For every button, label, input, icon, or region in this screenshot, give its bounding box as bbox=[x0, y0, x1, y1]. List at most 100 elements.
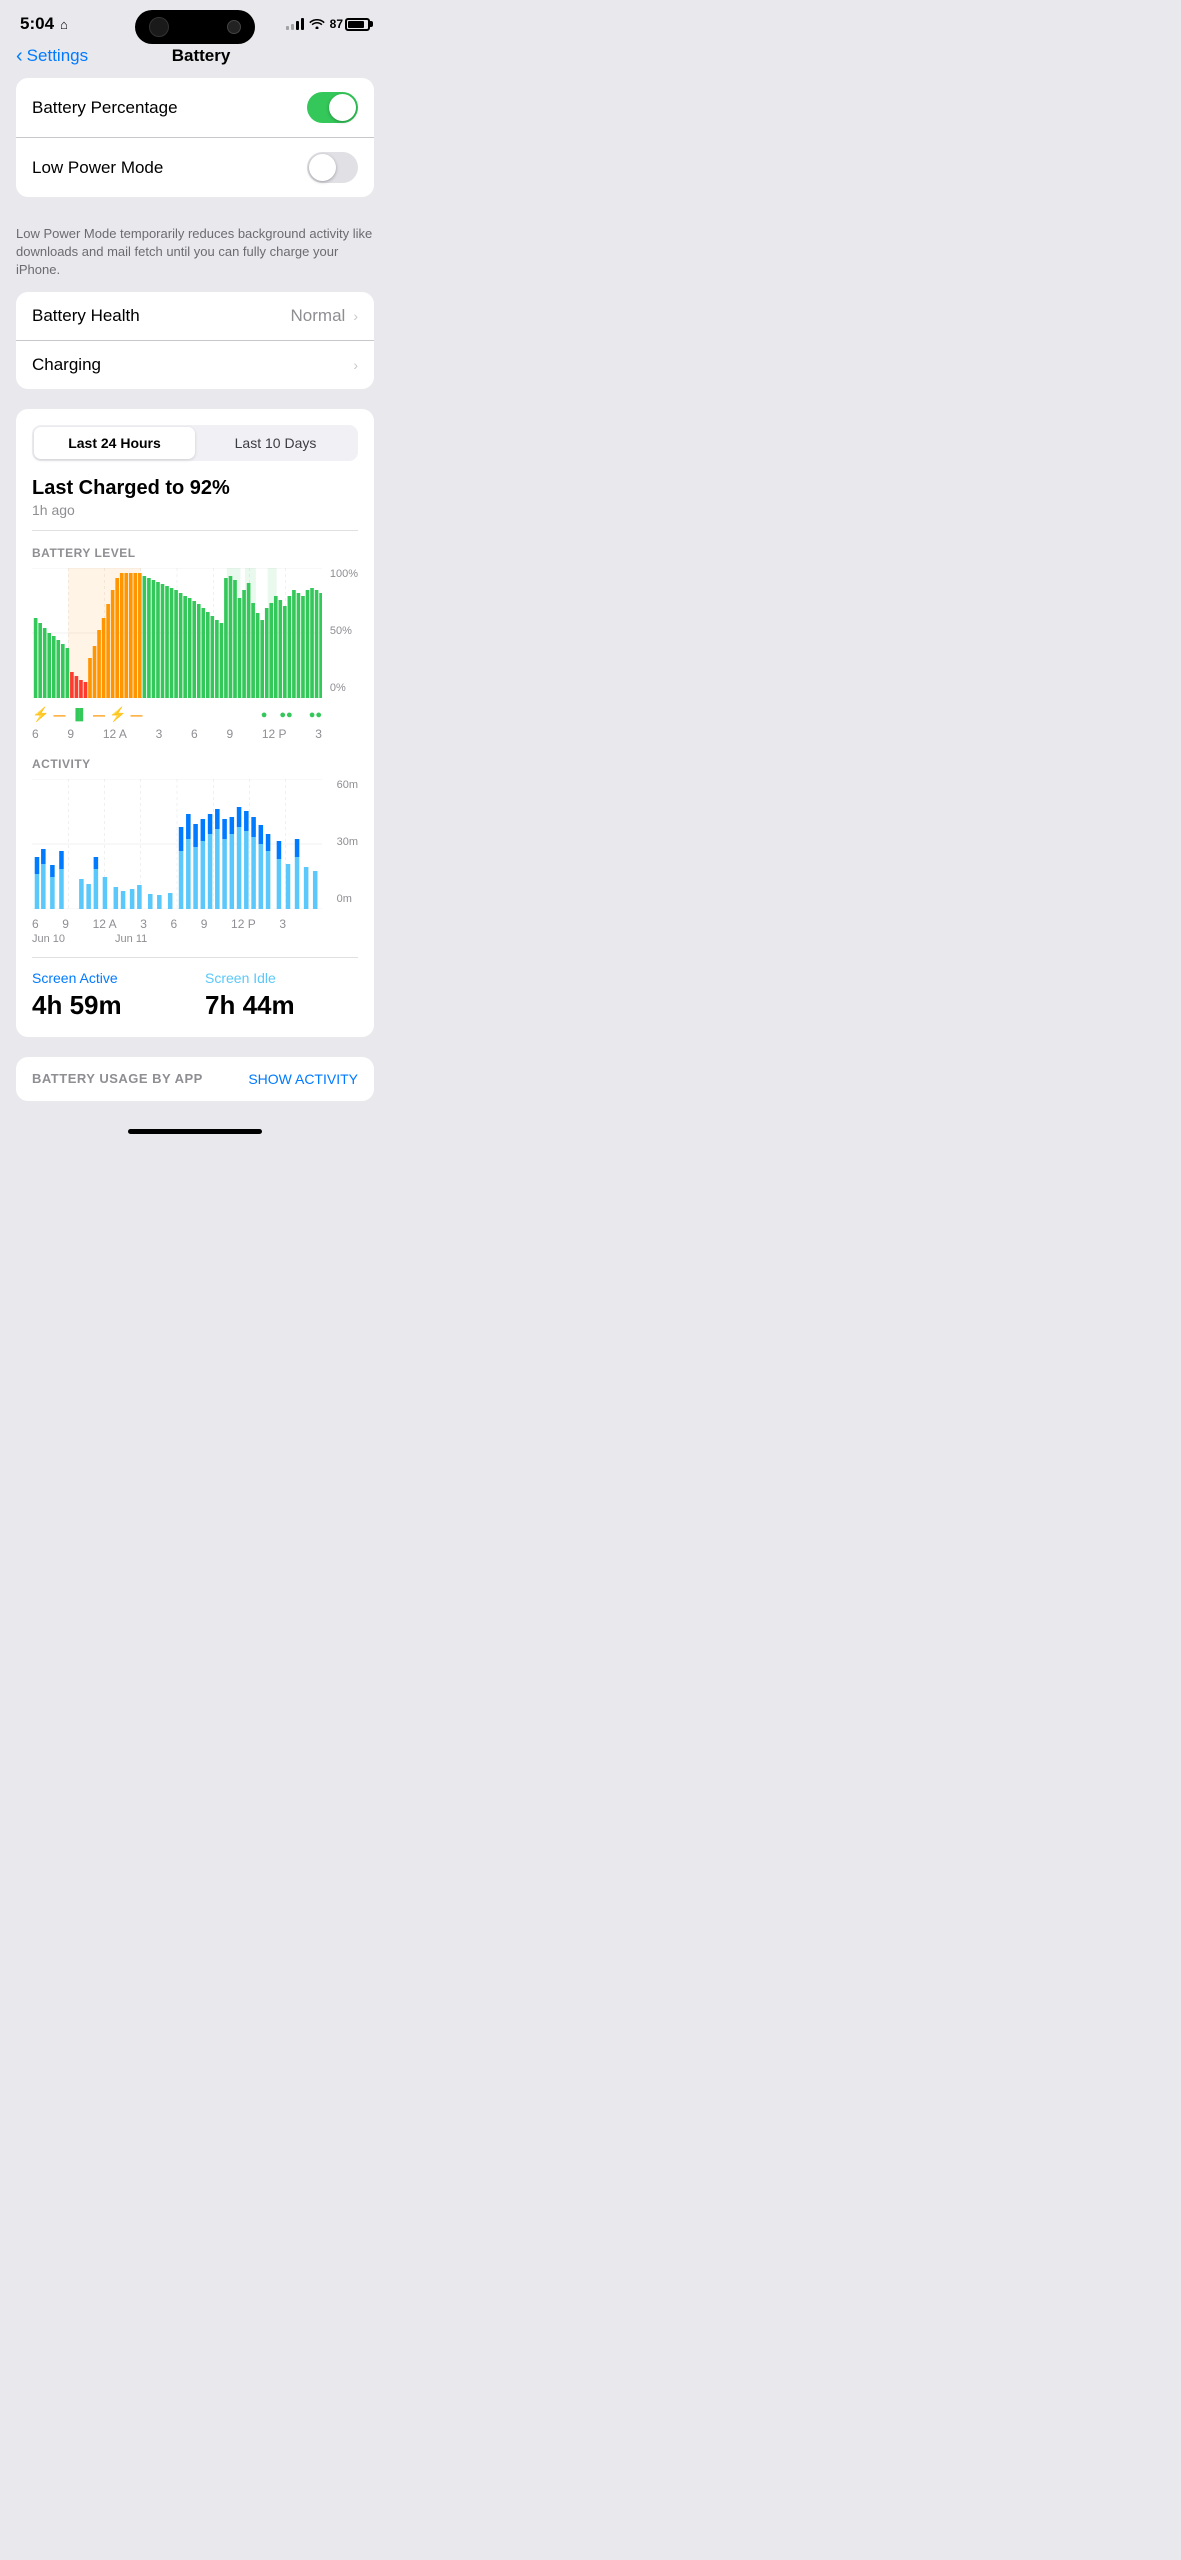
last-charged-title: Last Charged to 92% bbox=[32, 477, 358, 500]
x-label-3-2: 3 bbox=[315, 727, 322, 741]
time-period-selector: Last 24 Hours Last 10 Days bbox=[32, 425, 358, 461]
screen-active-value: 4h 59m bbox=[32, 990, 185, 1021]
x-label-12p: 12 P bbox=[262, 727, 287, 741]
charging-row[interactable]: Charging › bbox=[16, 340, 374, 389]
status-bar: 5:04 ⌂ 87 bbox=[0, 0, 390, 38]
back-chevron-icon: ‹ bbox=[16, 46, 23, 66]
y-label-0: 0% bbox=[330, 682, 358, 694]
activity-x-labels: 6 9 12 A 3 6 9 12 P 3 bbox=[32, 917, 322, 931]
activity-y-30: 30m bbox=[337, 836, 358, 848]
home-icon: ⌂ bbox=[60, 17, 68, 32]
low-power-mode-row: Low Power Mode bbox=[16, 137, 374, 197]
chart-card: Last 24 Hours Last 10 Days Last Charged … bbox=[16, 409, 374, 1037]
screen-idle-item: Screen Idle 7h 44m bbox=[205, 970, 358, 1021]
battery-health-row[interactable]: Battery Health Normal › bbox=[16, 292, 374, 340]
bolt-dash-3: — bbox=[130, 708, 142, 722]
signal-bars bbox=[286, 18, 304, 30]
last-24-hours-btn[interactable]: Last 24 Hours bbox=[34, 427, 195, 459]
x-label-3-1: 3 bbox=[156, 727, 163, 741]
activity-bars-area bbox=[32, 779, 322, 909]
green-dot-2: ●● bbox=[279, 709, 292, 721]
screen-idle-label: Screen Idle bbox=[205, 970, 358, 986]
page-title: Battery bbox=[88, 46, 314, 66]
separator bbox=[32, 530, 358, 531]
battery-health-value: Normal › bbox=[291, 306, 358, 326]
low-power-mode-toggle[interactable] bbox=[307, 152, 358, 183]
act-x-12p: 12 P bbox=[231, 917, 256, 931]
battery-percentage-label: Battery Percentage bbox=[32, 98, 178, 118]
charging-icons-row: ⚡ — ▐▌ — ⚡ — ● ●● ●● bbox=[32, 706, 358, 723]
battery-x-labels: 6 9 12 A 3 6 9 12 P 3 bbox=[32, 727, 358, 741]
battery-y-labels: 100% 50% 0% bbox=[330, 568, 358, 698]
nav-header: ‹ Settings Battery bbox=[0, 38, 390, 78]
status-time: 5:04 ⌂ bbox=[20, 14, 68, 34]
charging-label: Charging bbox=[32, 355, 101, 375]
last-charged-time: 1h ago bbox=[32, 502, 358, 518]
green-dot-3: ●● bbox=[309, 709, 322, 721]
activity-x-labels-container: 6 9 12 A 3 6 9 12 P 3 Jun 10 Jun 11 bbox=[32, 917, 358, 945]
usage-row: Screen Active 4h 59m Screen Idle 7h 44m bbox=[32, 970, 358, 1021]
act-x-6-1: 6 bbox=[32, 917, 39, 931]
battery-percentage-row: Battery Percentage bbox=[16, 78, 374, 137]
date-labels: Jun 10 Jun 11 bbox=[32, 933, 322, 945]
battery-health-status: Normal bbox=[291, 306, 346, 326]
activity-label: ACTIVITY bbox=[32, 757, 358, 771]
low-power-mode-label: Low Power Mode bbox=[32, 158, 163, 178]
toggle-thumb bbox=[329, 94, 356, 121]
act-x-3-1: 3 bbox=[140, 917, 147, 931]
battery-level-chart: 100% 50% 0% bbox=[32, 568, 358, 698]
charge-info: Last Charged to 92% 1h ago bbox=[32, 477, 358, 518]
bolt-dash-2: — bbox=[93, 708, 105, 722]
chevron-right-icon: › bbox=[353, 308, 358, 324]
time-display: 5:04 bbox=[20, 14, 54, 34]
act-x-9-1: 9 bbox=[62, 917, 69, 931]
show-activity-button[interactable]: SHOW ACTIVITY bbox=[248, 1071, 358, 1087]
activity-separator bbox=[32, 957, 358, 958]
y-label-50: 50% bbox=[330, 625, 358, 637]
dynamic-island bbox=[135, 10, 255, 44]
wifi-icon bbox=[309, 16, 325, 32]
activity-y-60: 60m bbox=[337, 779, 358, 791]
di-sensor bbox=[227, 20, 241, 34]
y-label-100: 100% bbox=[330, 568, 358, 580]
activity-bars-svg bbox=[32, 779, 322, 909]
act-x-6-2: 6 bbox=[170, 917, 177, 931]
battery-percent-label: 87 bbox=[330, 17, 343, 31]
screen-idle-value: 7h 44m bbox=[205, 990, 358, 1021]
battery-fill bbox=[348, 21, 364, 28]
green-dot-1: ● bbox=[261, 709, 268, 721]
x-label-9-1: 9 bbox=[67, 727, 74, 741]
activity-y-labels: 60m 30m 0m bbox=[337, 779, 358, 909]
home-indicator bbox=[128, 1129, 262, 1134]
back-button[interactable]: ‹ Settings bbox=[16, 46, 88, 66]
x-label-12a: 12 A bbox=[103, 727, 127, 741]
status-right: 87 bbox=[286, 16, 370, 32]
date-jun11: Jun 11 bbox=[115, 933, 147, 945]
charging-value: › bbox=[353, 357, 358, 373]
battery-usage-label: BATTERY USAGE BY APP bbox=[32, 1071, 203, 1086]
screen-active-label: Screen Active bbox=[32, 970, 185, 986]
battery-percentage-toggle[interactable] bbox=[307, 92, 358, 123]
bolt-icon-1: ⚡ bbox=[32, 706, 49, 723]
battery-box bbox=[345, 18, 370, 31]
battery-health-label: Battery Health bbox=[32, 306, 140, 326]
act-x-12a: 12 A bbox=[93, 917, 117, 931]
battery-bars-svg bbox=[32, 568, 322, 698]
last-10-days-btn[interactable]: Last 10 Days bbox=[195, 427, 356, 459]
activity-y-0: 0m bbox=[337, 893, 358, 905]
bolt-icon-2: ⚡ bbox=[109, 706, 126, 723]
battery-usage-bar: BATTERY USAGE BY APP SHOW ACTIVITY bbox=[16, 1057, 374, 1101]
pause-icon: ▐▌ bbox=[71, 709, 87, 721]
screen-active-item: Screen Active 4h 59m bbox=[32, 970, 185, 1021]
bolt-dash-1: — bbox=[53, 708, 65, 722]
act-x-3-2: 3 bbox=[279, 917, 286, 931]
battery-bars-area bbox=[32, 568, 322, 698]
act-x-9-2: 9 bbox=[201, 917, 208, 931]
date-jun10: Jun 10 bbox=[32, 933, 65, 945]
x-label-9-2: 9 bbox=[226, 727, 233, 741]
x-label-6-2: 6 bbox=[191, 727, 198, 741]
battery-health-section: Battery Health Normal › Charging › bbox=[16, 292, 374, 389]
chevron-right-charging-icon: › bbox=[353, 357, 358, 373]
battery-toggle-section: Battery Percentage Low Power Mode bbox=[16, 78, 374, 197]
battery-indicator: 87 bbox=[330, 17, 370, 31]
